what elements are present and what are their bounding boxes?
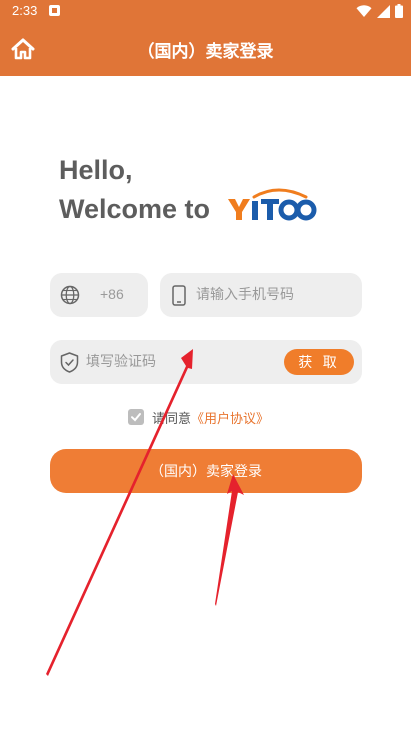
country-code: +86 <box>100 286 124 302</box>
yitoo-logo <box>228 188 317 221</box>
status-bar: 2:33 <box>0 0 411 22</box>
status-icons <box>356 3 403 19</box>
notification-icon <box>49 5 60 16</box>
verification-code-input[interactable] <box>86 340 276 384</box>
app-header: （国内）卖家登录 <box>0 22 411 76</box>
annotation-arrow <box>46 349 193 676</box>
greeting-line2: Welcome to <box>59 194 211 224</box>
agreement-row: 请同意 《用户协议》 <box>128 407 269 427</box>
login-button[interactable]: （国内）卖家登录 <box>50 449 362 493</box>
country-code-selector[interactable]: +86 <box>50 273 148 317</box>
verification-code-field: 获 取 <box>50 340 362 384</box>
user-agreement-link[interactable]: 《用户协议》 <box>191 408 269 427</box>
shield-check-icon <box>60 352 79 373</box>
check-icon <box>131 413 141 422</box>
phone-field <box>160 273 362 317</box>
get-code-button[interactable]: 获 取 <box>284 349 354 375</box>
status-time: 2:33 <box>12 3 38 18</box>
page-title: （国内）卖家登录 <box>137 42 274 61</box>
home-button[interactable] <box>10 36 36 62</box>
greeting: Hello, Welcome to <box>59 151 210 229</box>
signal-icon <box>377 4 390 18</box>
agreement-checkbox[interactable] <box>128 409 144 425</box>
home-icon <box>11 38 35 60</box>
annotation-arrow <box>215 474 244 606</box>
greeting-line1: Hello, <box>59 155 133 185</box>
phone-icon <box>172 285 186 306</box>
phone-input[interactable] <box>196 273 356 317</box>
wifi-icon <box>356 4 372 17</box>
globe-icon <box>60 285 80 305</box>
agreement-text: 请同意 <box>152 411 192 427</box>
battery-icon <box>395 4 403 18</box>
